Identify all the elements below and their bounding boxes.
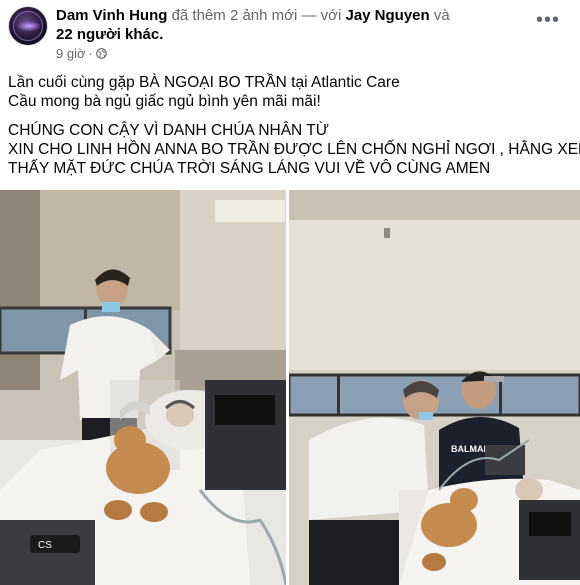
author-avatar[interactable] [8,6,48,46]
post-photo-left[interactable]: CS [0,190,286,585]
post-text-line: Lần cuối cùng gặp BÀ NGOẠI BO TRẦN tại A… [8,74,400,91]
post-text-line: CHÚNG CON CẬY VÌ DANH CHÚA NHÂN TỪ [8,122,329,139]
facebook-post: Dam Vinh Hung đã thêm 2 ảnh mới — với Ja… [0,0,580,585]
post-header-line2: 22 người khác. [56,25,163,44]
post-text-line: THẤY MẶT ĐỨC CHÚA TRỜI SÁNG LÁNG VUI VỀ … [8,160,491,177]
post-text-line: Cầu mong bà ngủ giấc ngủ bình yên mãi mã… [8,93,321,110]
post-text-line: XIN CHO LINH HỒN ANNA BO TRẦN ĐƯỢC LÊN C… [8,141,580,158]
and-text: và [429,7,450,24]
more-options-icon[interactable]: ••• [536,10,560,30]
author-name[interactable]: Dam Vinh Hung [56,7,167,24]
post-time[interactable]: 9 giờ [56,46,86,61]
header-period: . [159,26,164,43]
meta-separator: · [88,46,93,61]
post-meta: 9 giờ · [56,46,107,61]
post-photo-right[interactable]: BALMAIN [289,190,580,585]
tagged-user[interactable]: Jay Nguyen [345,7,429,24]
avatar-glow [17,21,41,31]
bed-label: CS [38,540,52,551]
post-header: Dam Vinh Hung đã thêm 2 ảnh mới — với Ja… [56,6,450,25]
post-action: đã thêm 2 ảnh mới — với [167,7,346,24]
globe-icon[interactable] [96,48,107,59]
tagged-others[interactable]: 22 người khác [56,26,159,43]
